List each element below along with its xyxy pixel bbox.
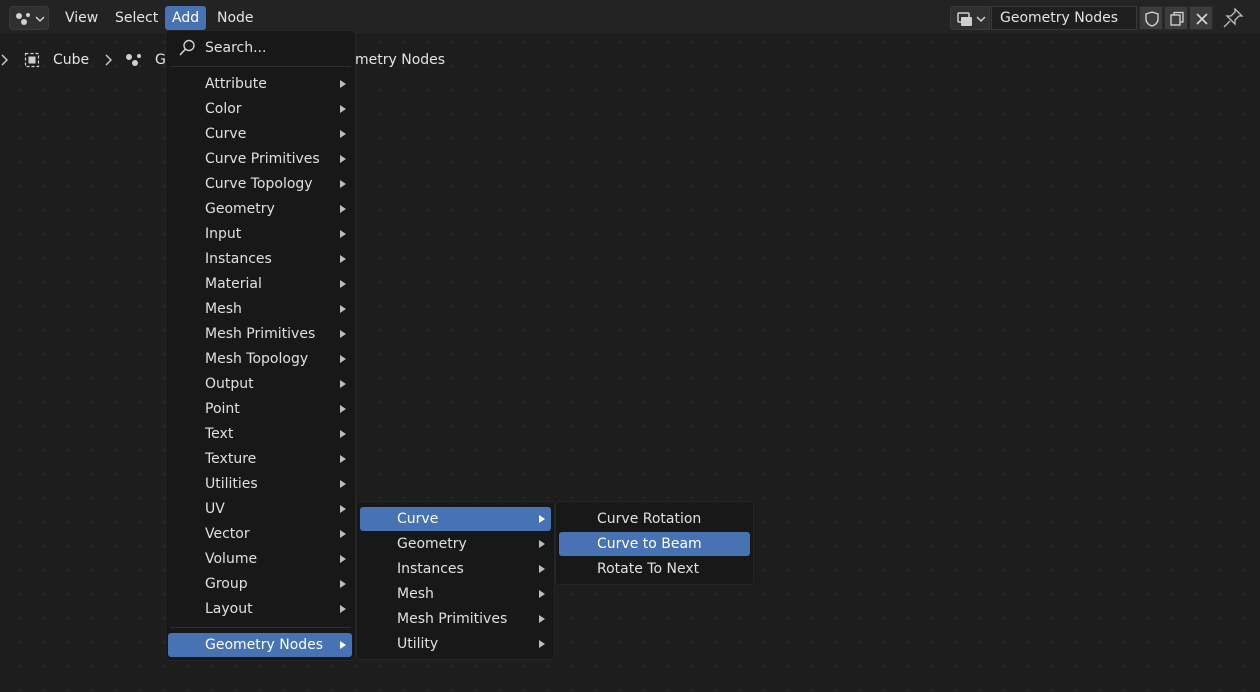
add-menu-item-text[interactable]: Text: [170, 422, 351, 446]
node-menu[interactable]: Node: [210, 6, 261, 30]
unlink-button[interactable]: [1189, 6, 1213, 30]
add-menu-dropdown: Search... Attribute Color Curve Curve Pr…: [165, 30, 356, 661]
new-copy-button[interactable]: [1164, 6, 1188, 30]
gn-submenu-item-mesh-primitives[interactable]: Mesh Primitives: [360, 607, 551, 631]
add-menu-item-mesh[interactable]: Mesh: [170, 297, 351, 321]
add-menu-item-instances[interactable]: Instances: [170, 247, 351, 271]
curve-submenu-item-rotate-to-next[interactable]: Rotate To Next: [559, 557, 750, 581]
search-menu-item[interactable]: Search...: [170, 36, 351, 60]
add-menu-item-uv[interactable]: UV: [170, 497, 351, 521]
add-menu-item-output[interactable]: Output: [170, 372, 351, 396]
add-menu-item-mesh-primitives[interactable]: Mesh Primitives: [170, 322, 351, 346]
node-tree-browse-button[interactable]: [950, 6, 990, 30]
breadcrumb-modifier-end: metry Nodes: [355, 52, 446, 68]
add-menu-item-curve-primitives[interactable]: Curve Primitives: [170, 147, 351, 171]
shield-icon: [1145, 11, 1159, 27]
node-tree-icon: [957, 12, 986, 26]
add-menu-item-group[interactable]: Group: [170, 572, 351, 596]
geometry-nodes-submenu: Curve Geometry Instances Mesh Mesh Primi…: [356, 501, 555, 660]
add-menu-item-geometry[interactable]: Geometry: [170, 197, 351, 221]
add-menu-item-curve-topology[interactable]: Curve Topology: [170, 172, 351, 196]
add-menu-item-volume[interactable]: Volume: [170, 547, 351, 571]
add-menu-item-point[interactable]: Point: [170, 397, 351, 421]
pin-icon[interactable]: [1222, 7, 1244, 29]
add-menu-item-layout[interactable]: Layout: [170, 597, 351, 621]
breadcrumb-object: Cube: [53, 52, 90, 68]
add-menu[interactable]: Add: [165, 6, 207, 30]
node-editor-icon: [16, 13, 45, 25]
add-menu-item-curve[interactable]: Curve: [170, 122, 351, 146]
close-icon: [1196, 13, 1208, 25]
add-menu-item-material[interactable]: Material: [170, 272, 351, 296]
add-menu-item-mesh-topology[interactable]: Mesh Topology: [170, 347, 351, 371]
add-menu-item-texture[interactable]: Texture: [170, 447, 351, 471]
add-menu-item-attribute[interactable]: Attribute: [170, 72, 351, 96]
gn-submenu-item-instances[interactable]: Instances: [360, 557, 551, 581]
add-menu-item-geometry-nodes[interactable]: Geometry Nodes: [168, 633, 352, 657]
curve-submenu-item-curve-to-beam[interactable]: Curve to Beam: [559, 532, 750, 556]
editor-type-dropdown[interactable]: [9, 6, 49, 30]
node-tree-name-field[interactable]: Geometry Nodes: [991, 6, 1137, 30]
curve-submenu: Curve Rotation Curve to Beam Rotate To N…: [555, 501, 754, 585]
geometry-nodes-icon: [126, 54, 141, 66]
chevron-right-icon: [105, 54, 112, 66]
object-icon: [24, 52, 40, 68]
add-menu-item-color[interactable]: Color: [170, 97, 351, 121]
fake-user-button[interactable]: [1139, 6, 1163, 30]
gn-submenu-item-geometry[interactable]: Geometry: [360, 532, 551, 556]
view-menu[interactable]: View: [58, 6, 105, 30]
menu-separator: [170, 66, 351, 67]
gn-submenu-item-mesh[interactable]: Mesh: [360, 582, 551, 606]
curve-submenu-item-curve-rotation[interactable]: Curve Rotation: [559, 507, 750, 531]
select-menu[interactable]: Select: [108, 6, 165, 30]
add-menu-item-utilities[interactable]: Utilities: [170, 472, 351, 496]
menu-separator: [170, 627, 351, 628]
gn-submenu-item-curve[interactable]: Curve: [360, 507, 551, 531]
duplicate-icon: [1170, 11, 1184, 26]
gn-submenu-item-utility[interactable]: Utility: [360, 632, 551, 656]
add-menu-item-vector[interactable]: Vector: [170, 522, 351, 546]
add-menu-item-input[interactable]: Input: [170, 222, 351, 246]
chevron-right-icon: [1, 54, 8, 66]
